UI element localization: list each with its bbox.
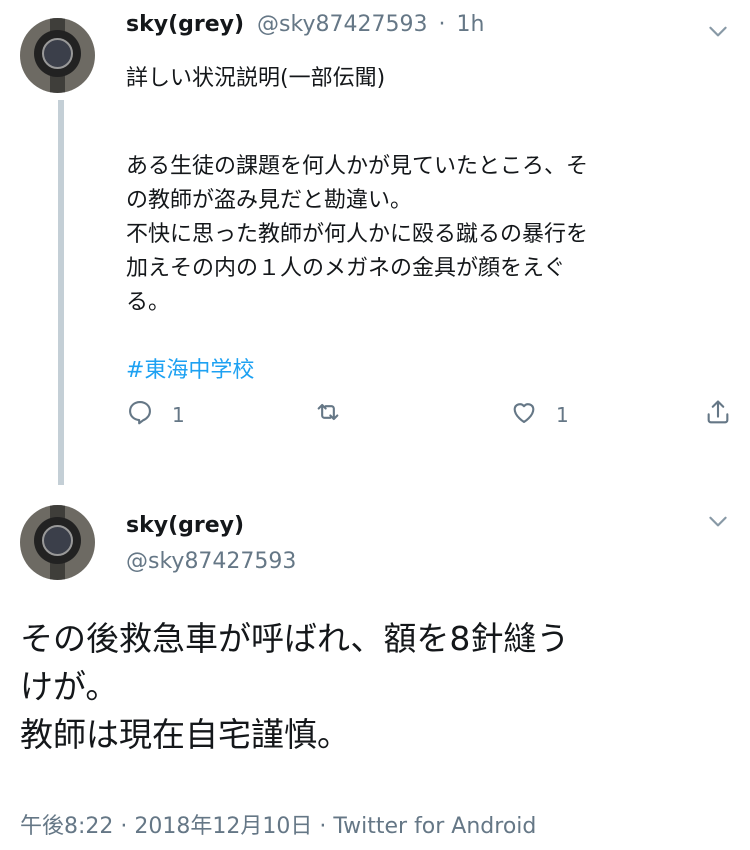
reply-count: 1 [172, 402, 185, 427]
chevron-down-icon[interactable] [705, 508, 731, 534]
tweet-line: その後救急車が呼ばれ、額を8針縫う [20, 619, 570, 658]
tweet-header: sky(grey) @sky87427593 · 1h [126, 12, 484, 37]
share-icon [704, 398, 732, 431]
tweet-time[interactable]: 1h [456, 12, 484, 37]
display-name[interactable]: sky(grey) [126, 12, 244, 37]
reply-icon [126, 398, 154, 431]
retweet-icon [314, 398, 342, 431]
thread-line [58, 100, 64, 485]
tweet-line: 不快に思った教師が何人かに殴る蹴るの暴行を [126, 222, 589, 247]
tweet-line: る。 [126, 290, 171, 315]
handle[interactable]: @sky87427593 [257, 12, 427, 37]
tweet-line: 加えその内の１人のメガネの金具が顔をえぐ [126, 256, 566, 281]
like-icon [510, 398, 538, 431]
tweet-line: 教師は現在自宅謹慎。 [20, 715, 350, 754]
display-name[interactable]: sky(grey) [126, 508, 296, 544]
chevron-down-icon[interactable] [705, 18, 731, 44]
tweet-line: けが。 [20, 667, 119, 706]
tweet-header: sky(grey) @sky87427593 [126, 508, 296, 580]
tweet-text: その後救急車が呼ばれ、額を8針縫う けが。 教師は現在自宅謹慎。 [20, 615, 735, 759]
tweet-timestamp[interactable]: 午後8:22 · 2018年12月10日 · Twitter for Andro… [20, 808, 536, 840]
share-button[interactable] [704, 398, 732, 431]
avatar[interactable] [20, 505, 95, 580]
separator: · [438, 12, 446, 37]
tweet-actions: 1 1 [126, 398, 736, 430]
like-count: 1 [556, 402, 569, 427]
reply-button[interactable]: 1 [126, 398, 185, 431]
tweet-line: 詳しい状況説明(一部伝聞) [126, 66, 386, 91]
hashtag-link[interactable]: #東海中学校 [126, 354, 726, 388]
tweet-line: ある生徒の課題を何人かが見ていたところ、そ [126, 154, 589, 179]
handle[interactable]: @sky87427593 [126, 544, 296, 580]
like-button[interactable]: 1 [510, 398, 569, 431]
tweet-line [126, 96, 726, 130]
retweet-button[interactable] [314, 398, 342, 431]
tweet-line: の教師が盗み見だと勘違い。 [126, 188, 413, 213]
tweet-text: 詳しい状況説明(一部伝聞) ある生徒の課題を何人かが見ていたところ、そ の教師が… [126, 62, 726, 388]
avatar[interactable] [20, 18, 95, 93]
